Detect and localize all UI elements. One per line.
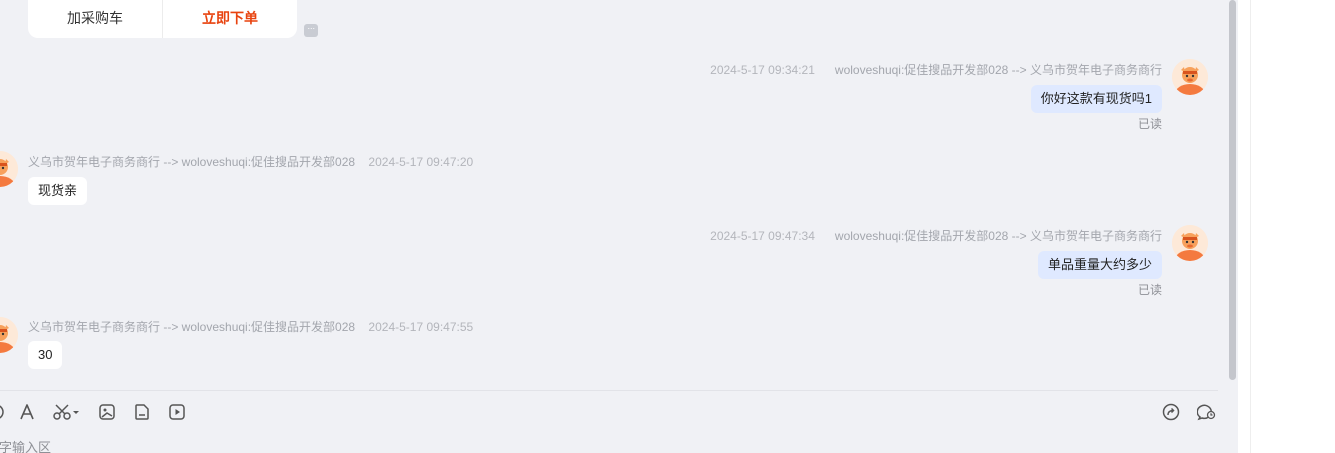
more-icon[interactable]: ··· xyxy=(304,24,318,37)
file-icon[interactable] xyxy=(132,402,152,422)
emoji-icon[interactable] xyxy=(0,402,6,422)
font-icon[interactable] xyxy=(17,402,37,422)
read-status: 已读 xyxy=(1137,283,1162,297)
message-route: 义乌市贺年电子商务商行 --> woloveshuqi:促佳搜品开发部028 xyxy=(28,320,356,334)
share-icon[interactable] xyxy=(1161,402,1181,422)
message-bubble-outgoing: 你好这款有现货吗1 xyxy=(1030,85,1162,113)
avatar[interactable] xyxy=(1172,59,1208,95)
place-order-button[interactable]: 立即下单 xyxy=(163,0,297,38)
avatar[interactable] xyxy=(0,317,18,353)
message-route: 义乌市贺年电子商务商行 --> woloveshuqi:促佳搜品开发部028 xyxy=(28,155,356,169)
message-time: 2024-5-17 09:47:20 xyxy=(368,155,474,169)
message-time: 2024-5-17 09:34:21 xyxy=(710,63,815,77)
message-meta: 2024-5-17 09:47:34 woloveshuqi:促佳搜品开发部02… xyxy=(710,227,1162,244)
panel-divider xyxy=(1250,0,1251,453)
read-status: 已读 xyxy=(1137,117,1162,131)
message-time: 2024-5-17 09:47:34 xyxy=(710,229,815,243)
chat-panel: 加采购车 立即下单 ··· 2024-5-17 09:34:21 woloves… xyxy=(0,0,1238,453)
message-meta: 2024-5-17 09:34:21 woloveshuqi:促佳搜品开发部02… xyxy=(710,61,1162,78)
video-icon[interactable] xyxy=(167,402,187,422)
message-meta: 义乌市贺年电子商务商行 --> woloveshuqi:促佳搜品开发部028 2… xyxy=(28,318,473,335)
scrollbar-thumb[interactable] xyxy=(1229,0,1236,380)
avatar[interactable] xyxy=(0,151,18,187)
chat-history-icon[interactable] xyxy=(1197,402,1217,422)
image-icon[interactable] xyxy=(97,402,117,422)
toolbar-divider xyxy=(0,390,1218,391)
message-meta: 义乌市贺年电子商务商行 --> woloveshuqi:促佳搜品开发部028 2… xyxy=(28,153,473,170)
message-route: woloveshuqi:促佳搜品开发部028 --> 义乌市贺年电子商务商行 xyxy=(834,229,1162,243)
message-bubble-incoming: 现货亲 xyxy=(28,177,88,205)
message-input[interactable]: 字输入区 xyxy=(0,437,51,453)
add-to-cart-button[interactable]: 加采购车 xyxy=(28,0,163,38)
message-bubble-outgoing: 单品重量大约多少 xyxy=(1037,251,1162,279)
product-card: 加采购车 立即下单 xyxy=(28,0,297,38)
message-bubble-incoming: 30 xyxy=(28,341,63,369)
message-route: woloveshuqi:促佳搜品开发部028 --> 义乌市贺年电子商务商行 xyxy=(834,63,1162,77)
message-time: 2024-5-17 09:47:55 xyxy=(368,320,474,334)
avatar[interactable] xyxy=(1172,225,1208,261)
scissors-icon[interactable] xyxy=(52,402,82,422)
